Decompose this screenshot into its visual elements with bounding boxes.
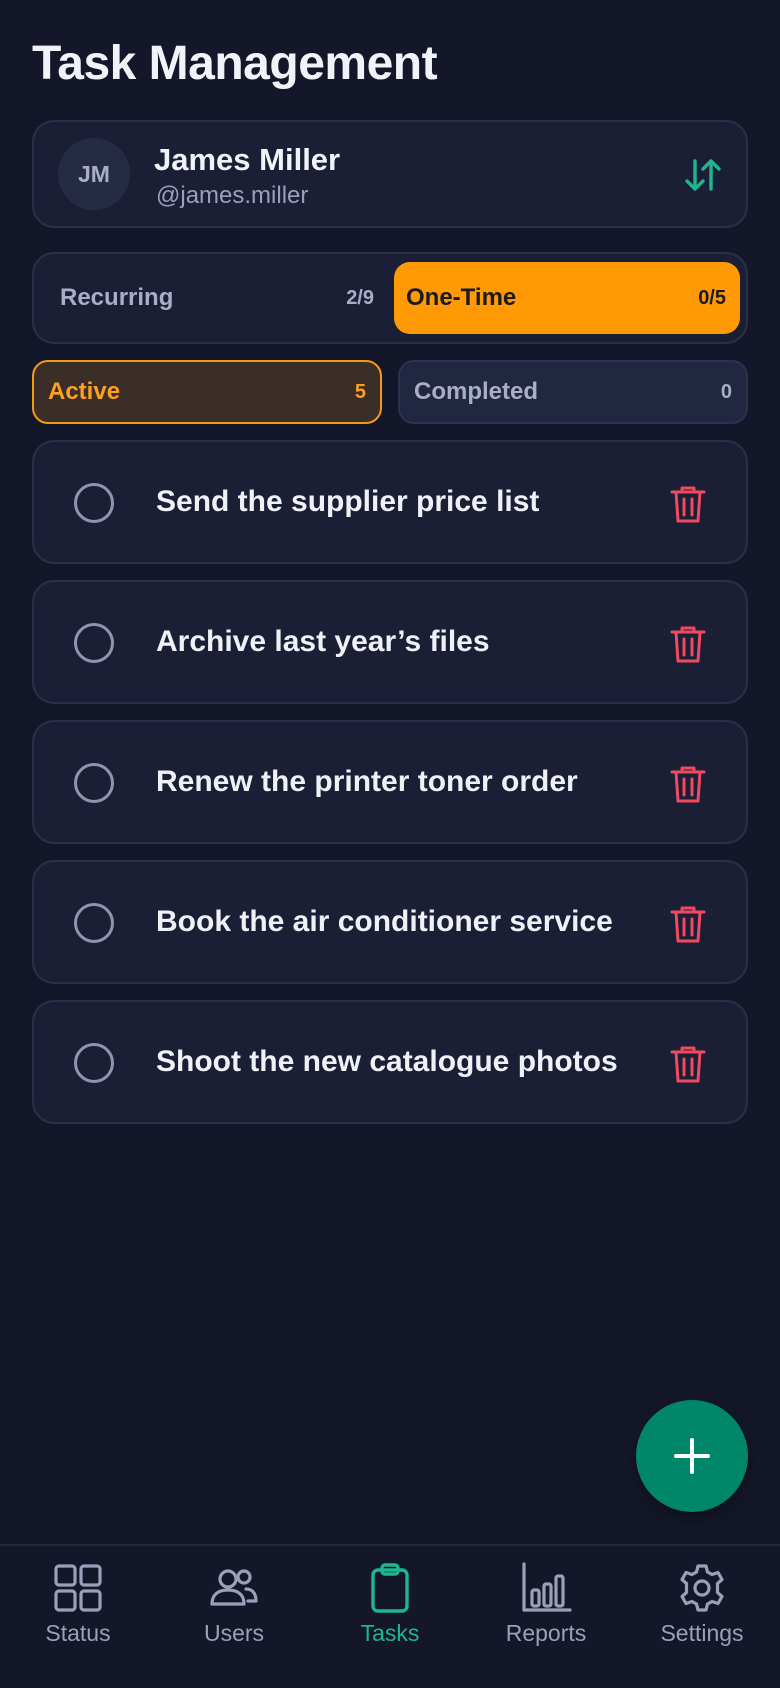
task-checkbox[interactable] (74, 763, 114, 803)
task-text: Renew the printer toner order (156, 765, 578, 798)
user-card[interactable]: JM James Miller @james.miller (32, 120, 748, 228)
segment-one-time-count: 0/5 (698, 286, 726, 309)
task-item[interactable]: Send the supplier price list (32, 440, 748, 564)
segment-recurring-label: Recurring (60, 284, 174, 311)
nav-settings-label: Settings (660, 1620, 744, 1646)
task-item[interactable]: Shoot the new catalogue photos (32, 1000, 748, 1124)
nav-reports-label: Reports (505, 1620, 587, 1646)
nav-settings[interactable]: Settings (624, 1562, 780, 1662)
task-text: Send the supplier price list (156, 485, 540, 518)
bar-chart-icon (522, 1562, 572, 1612)
nav-users-label: Users (203, 1620, 265, 1646)
nav-status[interactable]: Status (0, 1562, 156, 1662)
filter-completed-label: Completed (414, 378, 539, 405)
gear-icon (680, 1564, 724, 1612)
trash-icon[interactable] (670, 484, 706, 524)
task-checkbox[interactable] (74, 623, 114, 663)
task-item[interactable]: Archive last year’s files (32, 580, 748, 704)
switch-user-button[interactable] (680, 152, 726, 198)
nav-tasks-label: Tasks (360, 1620, 420, 1646)
task-text: Book the air conditioner service (156, 905, 613, 938)
task-item[interactable]: Renew the printer toner order (32, 720, 748, 844)
page-title: Task Management (32, 37, 438, 90)
filter-active[interactable]: Active 5 (32, 360, 382, 424)
filter-completed-count: 0 (720, 380, 732, 403)
nav-tasks[interactable]: Tasks (312, 1562, 468, 1662)
segment-one-time-label: One-Time (406, 284, 517, 311)
clipboard-icon (371, 1563, 409, 1613)
segment-one-time[interactable]: One-Time 0/5 (394, 262, 740, 334)
filter-completed[interactable]: Completed 0 (398, 360, 748, 424)
task-management-screen: Task Management JM James Miller @james.m… (0, 0, 780, 1688)
swap-vertical-icon (685, 159, 721, 191)
user-handle: @james.miller (156, 182, 309, 209)
segment-recurring[interactable]: Recurring 2/9 (40, 262, 394, 334)
task-checkbox[interactable] (74, 903, 114, 943)
nav-reports[interactable]: Reports (468, 1562, 624, 1662)
task-checkbox[interactable] (74, 483, 114, 523)
task-checkbox[interactable] (74, 1043, 114, 1083)
bottom-navigation: Status Users Tasks Reports Settings (0, 1544, 780, 1688)
trash-icon[interactable] (670, 764, 706, 804)
plus-icon (674, 1438, 710, 1474)
task-list: Send the supplier price list Archive las… (32, 440, 748, 1140)
filter-active-count: 5 (354, 380, 366, 403)
task-text: Archive last year’s files (156, 625, 490, 658)
add-task-button[interactable] (636, 1400, 748, 1512)
users-icon (210, 1569, 258, 1606)
task-text: Shoot the new catalogue photos (156, 1045, 618, 1078)
trash-icon[interactable] (670, 904, 706, 944)
avatar: JM (58, 138, 130, 210)
task-item[interactable]: Book the air conditioner service (32, 860, 748, 984)
nav-status-label: Status (45, 1620, 111, 1646)
task-type-segmented-control: Recurring 2/9 One-Time 0/5 (32, 252, 748, 344)
nav-users[interactable]: Users (156, 1562, 312, 1662)
trash-icon[interactable] (670, 624, 706, 664)
user-name: James Miller (154, 142, 341, 177)
trash-icon[interactable] (670, 1044, 706, 1084)
filter-active-label: Active (48, 378, 121, 405)
grid-icon (54, 1564, 102, 1612)
segment-recurring-count: 2/9 (346, 286, 374, 309)
